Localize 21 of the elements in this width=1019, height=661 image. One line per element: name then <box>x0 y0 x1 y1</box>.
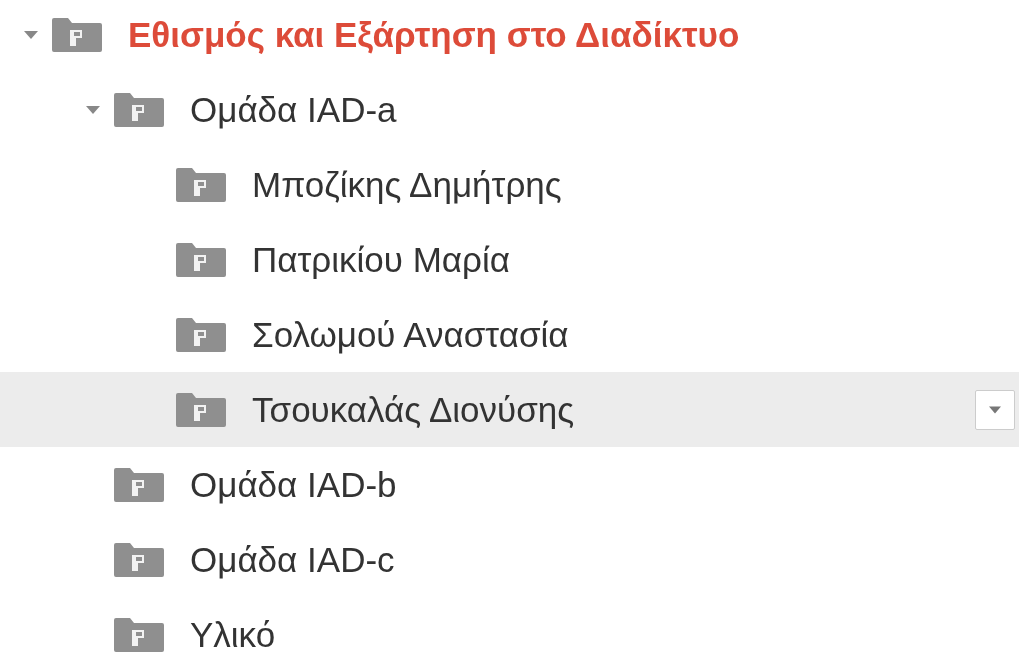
folder-name[interactable]: Τσουκαλάς Διονύσης <box>252 389 575 430</box>
menu-button[interactable] <box>975 389 1015 430</box>
folder-icon <box>52 17 102 52</box>
folder-icon <box>114 617 164 652</box>
folder-name[interactable]: Ομάδα IAD-b <box>190 464 397 505</box>
folder-name[interactable]: Σολωμού Αναστασία <box>252 314 569 355</box>
caret-icon <box>989 405 1001 414</box>
folder-name[interactable]: Πατρικίου Μαρία <box>252 239 510 280</box>
folder-name[interactable]: Υλικό <box>190 614 276 655</box>
folder-icon <box>114 467 164 502</box>
folder-name[interactable]: Εθισμός και Εξάρτηση στο Διαδίκτυο <box>128 14 740 55</box>
folder-icon <box>176 317 226 352</box>
folder-icon <box>114 92 164 127</box>
folder-icon <box>176 242 226 277</box>
highlighted-row[interactable]: Τσουκαλάς Διονύσης <box>0 372 1019 447</box>
folder-name[interactable]: Ομάδα IAD-c <box>190 539 395 580</box>
folder-name[interactable]: Ομάδα IAD-a <box>190 89 397 130</box>
folder-icon <box>114 542 164 577</box>
folder-icon <box>176 167 226 202</box>
folder-name[interactable]: Μποζίκης Δημήτρης <box>252 164 562 205</box>
folder-icon <box>176 392 226 427</box>
